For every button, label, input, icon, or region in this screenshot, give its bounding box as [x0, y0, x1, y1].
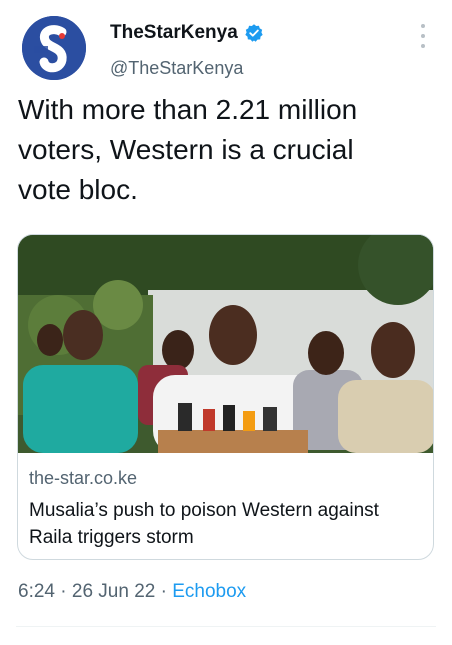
- meta-separator: ·: [155, 581, 173, 602]
- link-card[interactable]: the-star.co.ke Musalia’s push to poison …: [17, 234, 434, 560]
- display-name[interactable]: TheStarKenya: [110, 22, 238, 44]
- tweet-time[interactable]: 6:24: [18, 581, 55, 603]
- tweet-date[interactable]: 26 Jun 22: [72, 581, 155, 603]
- more-options-icon[interactable]: [418, 24, 428, 48]
- link-card-title: Musalia’s push to poison Western against…: [29, 500, 379, 548]
- handle[interactable]: @TheStarKenya: [110, 58, 243, 79]
- tweet-text: With more than 2.21 million voters, West…: [18, 94, 358, 205]
- avatar[interactable]: [22, 16, 86, 80]
- link-card-image[interactable]: [18, 235, 433, 453]
- press-conference-photo: [18, 235, 433, 453]
- tweet-metadata: 6:24 · 26 Jun 22 · Echobox: [18, 581, 246, 603]
- star-logo-icon: [22, 16, 86, 80]
- tweet-source[interactable]: Echobox: [172, 581, 246, 603]
- verified-badge-icon: [245, 24, 263, 42]
- link-card-domain: the-star.co.ke: [29, 468, 138, 488]
- meta-separator: ·: [54, 581, 72, 602]
- divider: [16, 626, 436, 627]
- author-name-row[interactable]: TheStarKenya: [110, 22, 264, 44]
